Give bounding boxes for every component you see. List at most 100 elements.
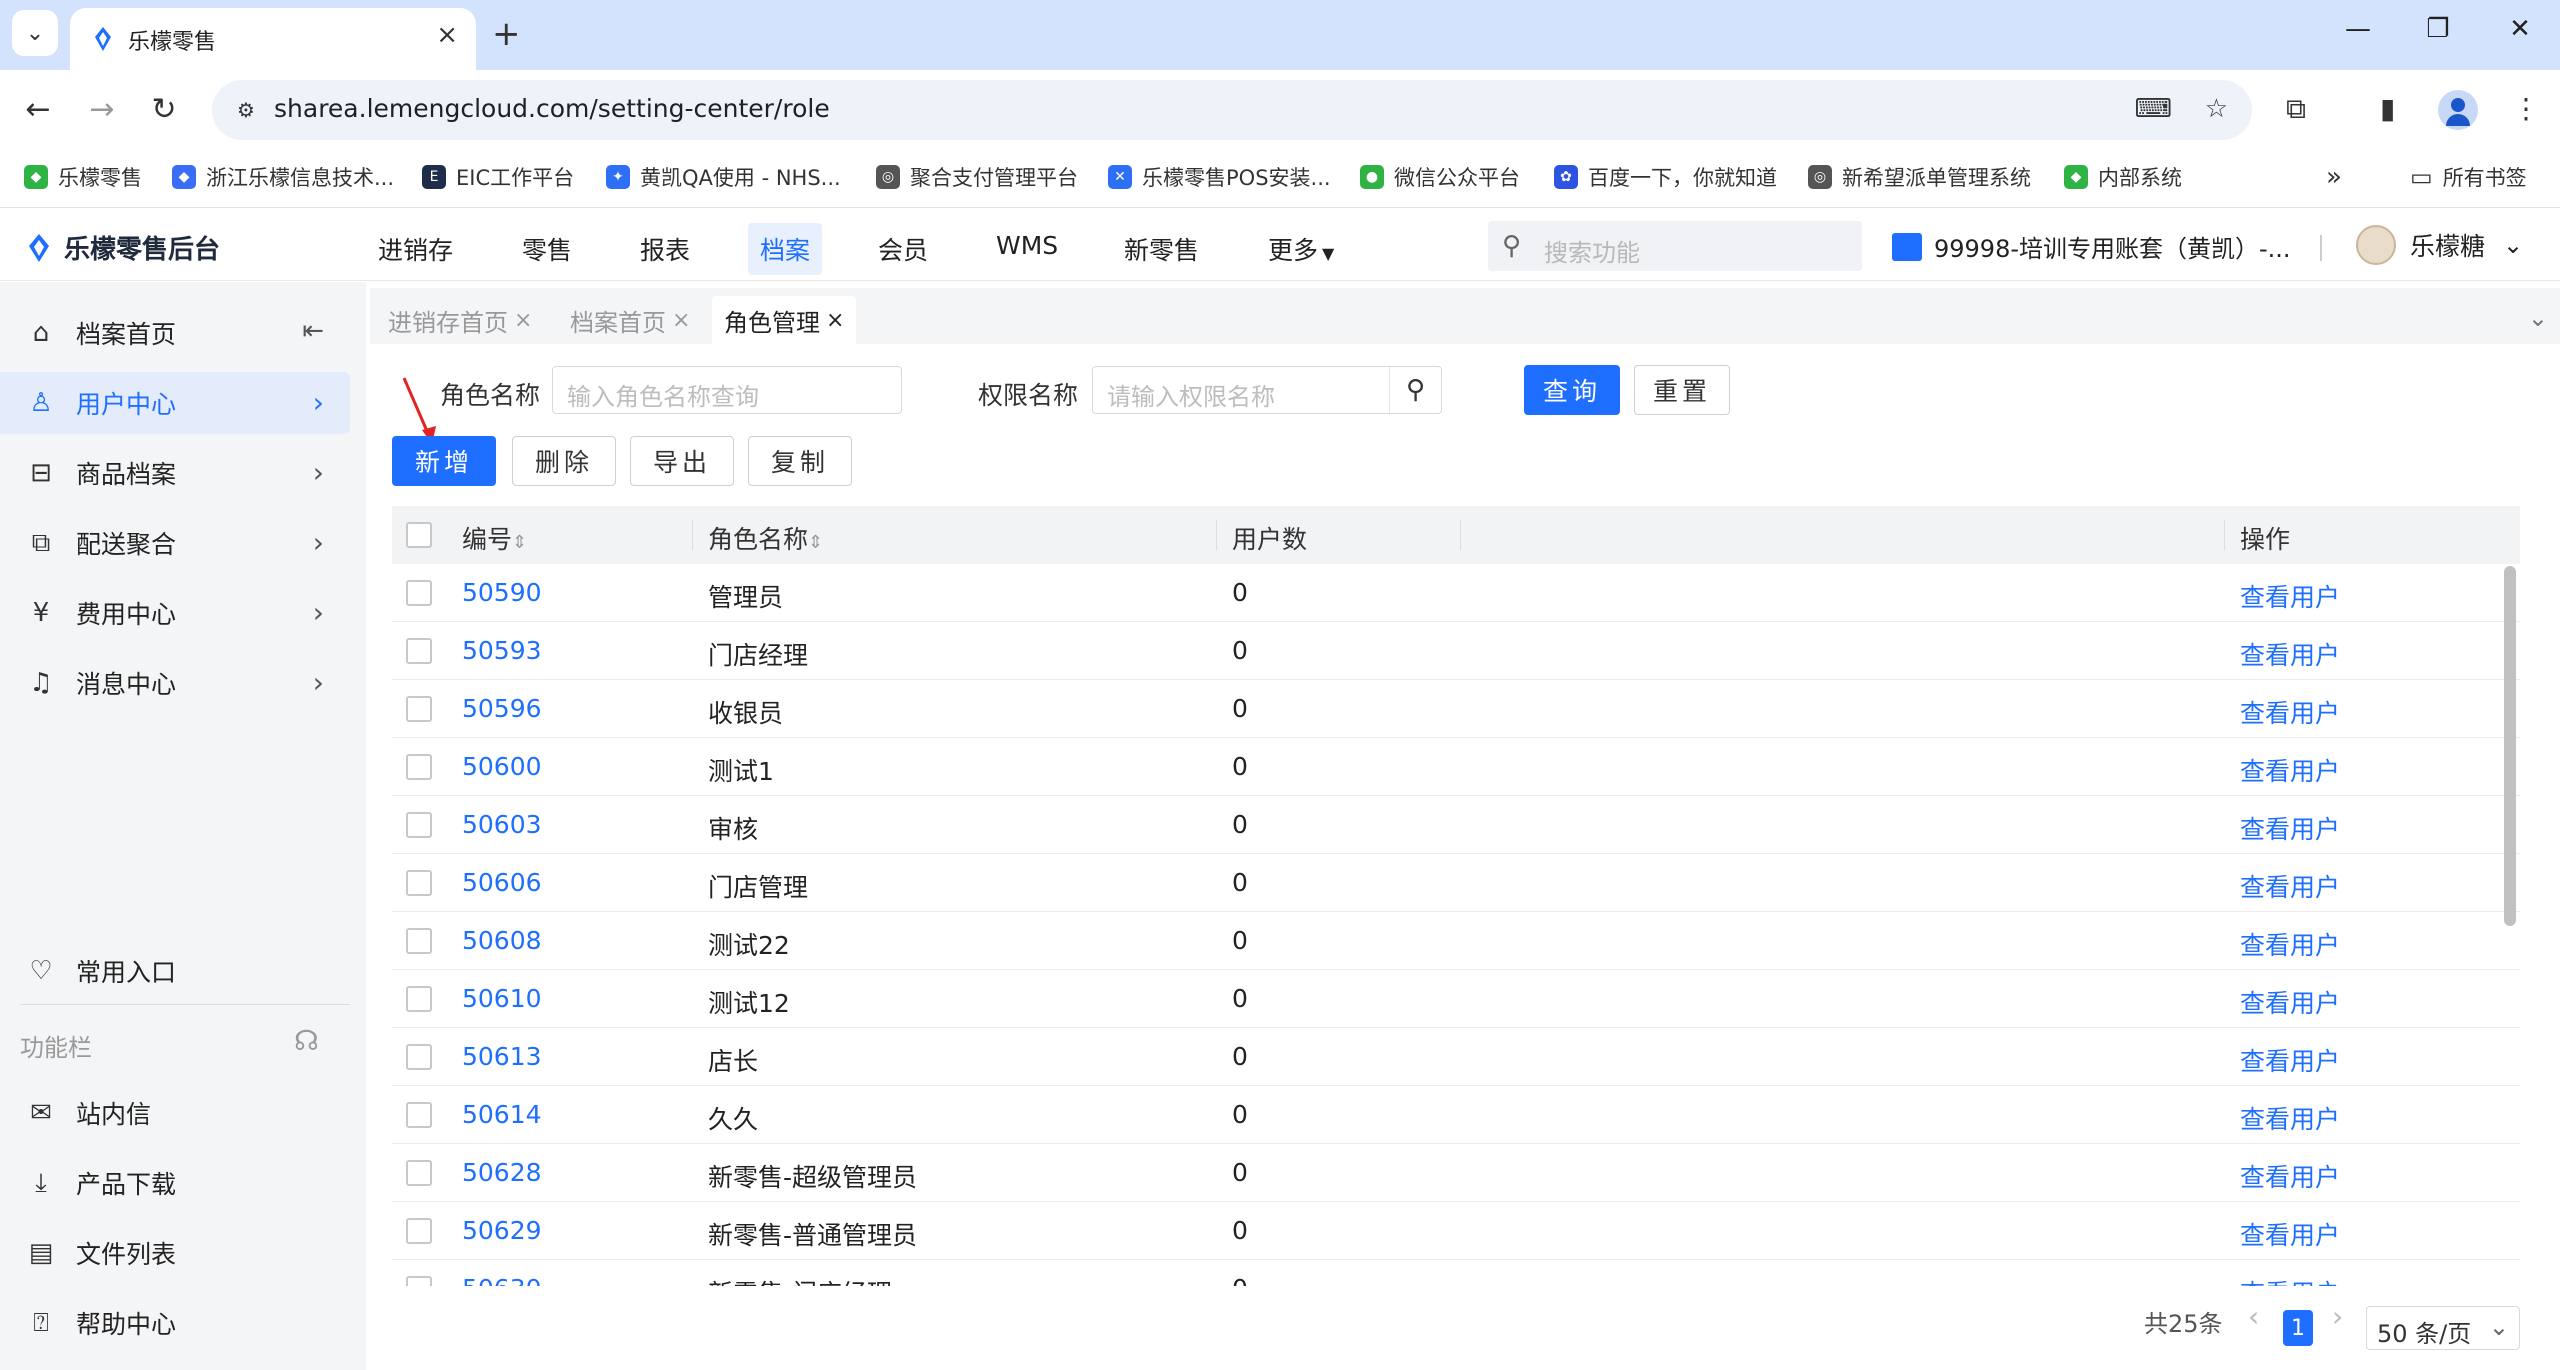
- view-users-link[interactable]: 查看用户: [2240, 984, 2340, 1020]
- header-code[interactable]: 编号⇕: [462, 520, 527, 556]
- view-users-link[interactable]: 查看用户: [2240, 752, 2340, 788]
- bookmark-item[interactable]: ✦ 黄凯QA使用 - NHS...: [606, 162, 841, 192]
- table-scrollbar[interactable]: [2504, 566, 2516, 926]
- view-users-link[interactable]: 查看用户: [2240, 578, 2340, 614]
- close-icon[interactable]: ×: [514, 308, 532, 333]
- app-logo[interactable]: 乐檬零售后台: [24, 229, 220, 266]
- sidebar-item-favorites[interactable]: ♡ 常用入口: [0, 940, 350, 1002]
- translate-icon[interactable]: ⌨: [2134, 94, 2172, 124]
- sidebar-item-inbox[interactable]: ✉ 站内信: [0, 1082, 350, 1144]
- view-users-link[interactable]: 查看用户: [2240, 636, 2340, 672]
- delete-button[interactable]: 删除: [512, 436, 616, 486]
- url-text[interactable]: sharea.lemengcloud.com/setting-center/ro…: [274, 94, 830, 123]
- nav-wms[interactable]: WMS: [984, 223, 1070, 268]
- nav-reports[interactable]: 报表: [628, 223, 702, 275]
- role-code-link[interactable]: 50610: [462, 984, 542, 1013]
- table-row[interactable]: 50593 门店经理 0 查看用户: [392, 622, 2520, 680]
- role-code-link[interactable]: 50613: [462, 1042, 542, 1071]
- role-code-link[interactable]: 50614: [462, 1100, 542, 1129]
- tab-archive-home[interactable]: 档案首页 ×: [558, 296, 702, 344]
- view-users-link[interactable]: 查看用户: [2240, 1042, 2340, 1078]
- role-code-link[interactable]: 50630: [462, 1274, 542, 1286]
- close-icon[interactable]: ×: [826, 308, 844, 333]
- back-icon[interactable]: ←: [18, 90, 58, 130]
- row-checkbox[interactable]: [406, 928, 432, 954]
- restore-icon[interactable]: ❐: [2418, 14, 2458, 44]
- view-users-link[interactable]: 查看用户: [2240, 1274, 2340, 1286]
- site-info-icon[interactable]: ⚙: [230, 94, 262, 126]
- table-row[interactable]: 50603 审核 0 查看用户: [392, 796, 2520, 854]
- sidebar-item-archive-home[interactable]: ⌂ 档案首页 ⇤: [0, 302, 350, 364]
- page-number-current[interactable]: 1: [2283, 1310, 2313, 1346]
- table-row[interactable]: 50608 测试22 0 查看用户: [392, 912, 2520, 970]
- role-code-link[interactable]: 50590: [462, 578, 542, 607]
- role-code-link[interactable]: 50603: [462, 810, 542, 839]
- tab-jxc-home[interactable]: 进销存首页 ×: [376, 296, 544, 344]
- bookmark-item[interactable]: ◎ 新希望派单管理系统: [1808, 162, 2031, 192]
- bookmark-item[interactable]: ✕ 乐檬零售POS安装...: [1108, 162, 1331, 192]
- new-tab-button[interactable]: +: [492, 14, 521, 54]
- table-row[interactable]: 50613 店长 0 查看用户: [392, 1028, 2520, 1086]
- sidebar-item-help[interactable]: ⍰ 帮助中心: [0, 1292, 350, 1354]
- tab-role-management[interactable]: 角色管理 ×: [712, 296, 857, 344]
- bookmark-item[interactable]: ◆ 浙江乐檬信息技术...: [172, 162, 394, 192]
- export-button[interactable]: 导出: [630, 436, 734, 486]
- view-users-link[interactable]: 查看用户: [2240, 868, 2340, 904]
- minimize-icon[interactable]: —: [2338, 14, 2378, 44]
- nav-jxc[interactable]: 进销存: [366, 223, 465, 275]
- close-tab-icon[interactable]: ×: [436, 20, 458, 50]
- search-icon[interactable]: ⚲: [1389, 367, 1441, 413]
- table-row[interactable]: 50610 测试12 0 查看用户: [392, 970, 2520, 1028]
- view-users-link[interactable]: 查看用户: [2240, 1100, 2340, 1136]
- role-code-link[interactable]: 50606: [462, 868, 542, 897]
- bookmark-item[interactable]: ◆ 内部系统: [2064, 162, 2182, 192]
- permission-name-input[interactable]: 请输入权限名称 ⚲: [1092, 366, 1442, 414]
- query-button[interactable]: 查询: [1524, 365, 1620, 415]
- role-code-link[interactable]: 50628: [462, 1158, 542, 1187]
- function-search-input[interactable]: ⚲ 搜索功能: [1488, 221, 1862, 271]
- sidebar-item-goods[interactable]: ⊟ 商品档案 ›: [0, 442, 350, 504]
- side-panel-icon[interactable]: ▮: [2380, 92, 2395, 125]
- copy-button[interactable]: 复制: [748, 436, 852, 486]
- address-bar[interactable]: ⚙ sharea.lemengcloud.com/setting-center/…: [212, 80, 2252, 140]
- view-users-link[interactable]: 查看用户: [2240, 926, 2340, 962]
- sidebar-item-expense[interactable]: ¥ 费用中心 ›: [0, 582, 350, 644]
- bookmark-item[interactable]: ◎ 聚合支付管理平台: [876, 162, 1078, 192]
- close-icon[interactable]: ×: [672, 308, 690, 333]
- forward-icon[interactable]: →: [82, 90, 122, 130]
- bookmark-item[interactable]: ◆ 乐檬零售: [24, 162, 142, 192]
- bookmark-item[interactable]: E EIC工作平台: [422, 162, 574, 192]
- reset-button[interactable]: 重置: [1634, 365, 1730, 415]
- row-checkbox[interactable]: [406, 1102, 432, 1128]
- row-checkbox[interactable]: [406, 1160, 432, 1186]
- role-code-link[interactable]: 50629: [462, 1216, 542, 1245]
- table-row[interactable]: 50600 测试1 0 查看用户: [392, 738, 2520, 796]
- sidebar-item-messages[interactable]: ♫ 消息中心 ›: [0, 652, 350, 714]
- view-users-link[interactable]: 查看用户: [2240, 1216, 2340, 1252]
- sidebar-item-user-center[interactable]: ♙ 用户中心 ›: [0, 372, 350, 434]
- headset-icon[interactable]: ☊: [294, 1024, 319, 1057]
- row-checkbox[interactable]: [406, 812, 432, 838]
- nav-new-retail[interactable]: 新零售: [1112, 223, 1211, 275]
- row-checkbox[interactable]: [406, 986, 432, 1012]
- role-code-link[interactable]: 50596: [462, 694, 542, 723]
- row-checkbox[interactable]: [406, 580, 432, 606]
- row-checkbox[interactable]: [406, 1044, 432, 1070]
- tab-search-button[interactable]: ⌄: [12, 10, 58, 56]
- add-button[interactable]: 新增: [392, 436, 496, 486]
- account-switcher[interactable]: 99998-培训专用账套（黄凯）-...: [1892, 229, 2291, 264]
- page-size-select[interactable]: 50 条/页 ⌄: [2366, 1306, 2520, 1350]
- more-bookmarks-icon[interactable]: »: [2326, 162, 2342, 192]
- next-page-icon[interactable]: ›: [2332, 1300, 2343, 1333]
- table-row[interactable]: 50629 新零售-普通管理员 0 查看用户: [392, 1202, 2520, 1260]
- table-row[interactable]: 50606 门店管理 0 查看用户: [392, 854, 2520, 912]
- row-checkbox[interactable]: [406, 696, 432, 722]
- more-menu-icon[interactable]: ⋮: [2512, 92, 2540, 125]
- sidebar-item-download[interactable]: ⤓ 产品下载: [0, 1152, 350, 1214]
- table-row[interactable]: 50630 新零售-门店经理 0 查看用户: [392, 1260, 2520, 1286]
- role-code-link[interactable]: 50593: [462, 636, 542, 665]
- bookmark-item[interactable]: ● 微信公众平台: [1360, 162, 1520, 192]
- table-row[interactable]: 50590 管理员 0 查看用户: [392, 564, 2520, 622]
- all-bookmarks-button[interactable]: ▭ 所有书签: [2410, 162, 2527, 192]
- nav-archive[interactable]: 档案: [748, 223, 823, 275]
